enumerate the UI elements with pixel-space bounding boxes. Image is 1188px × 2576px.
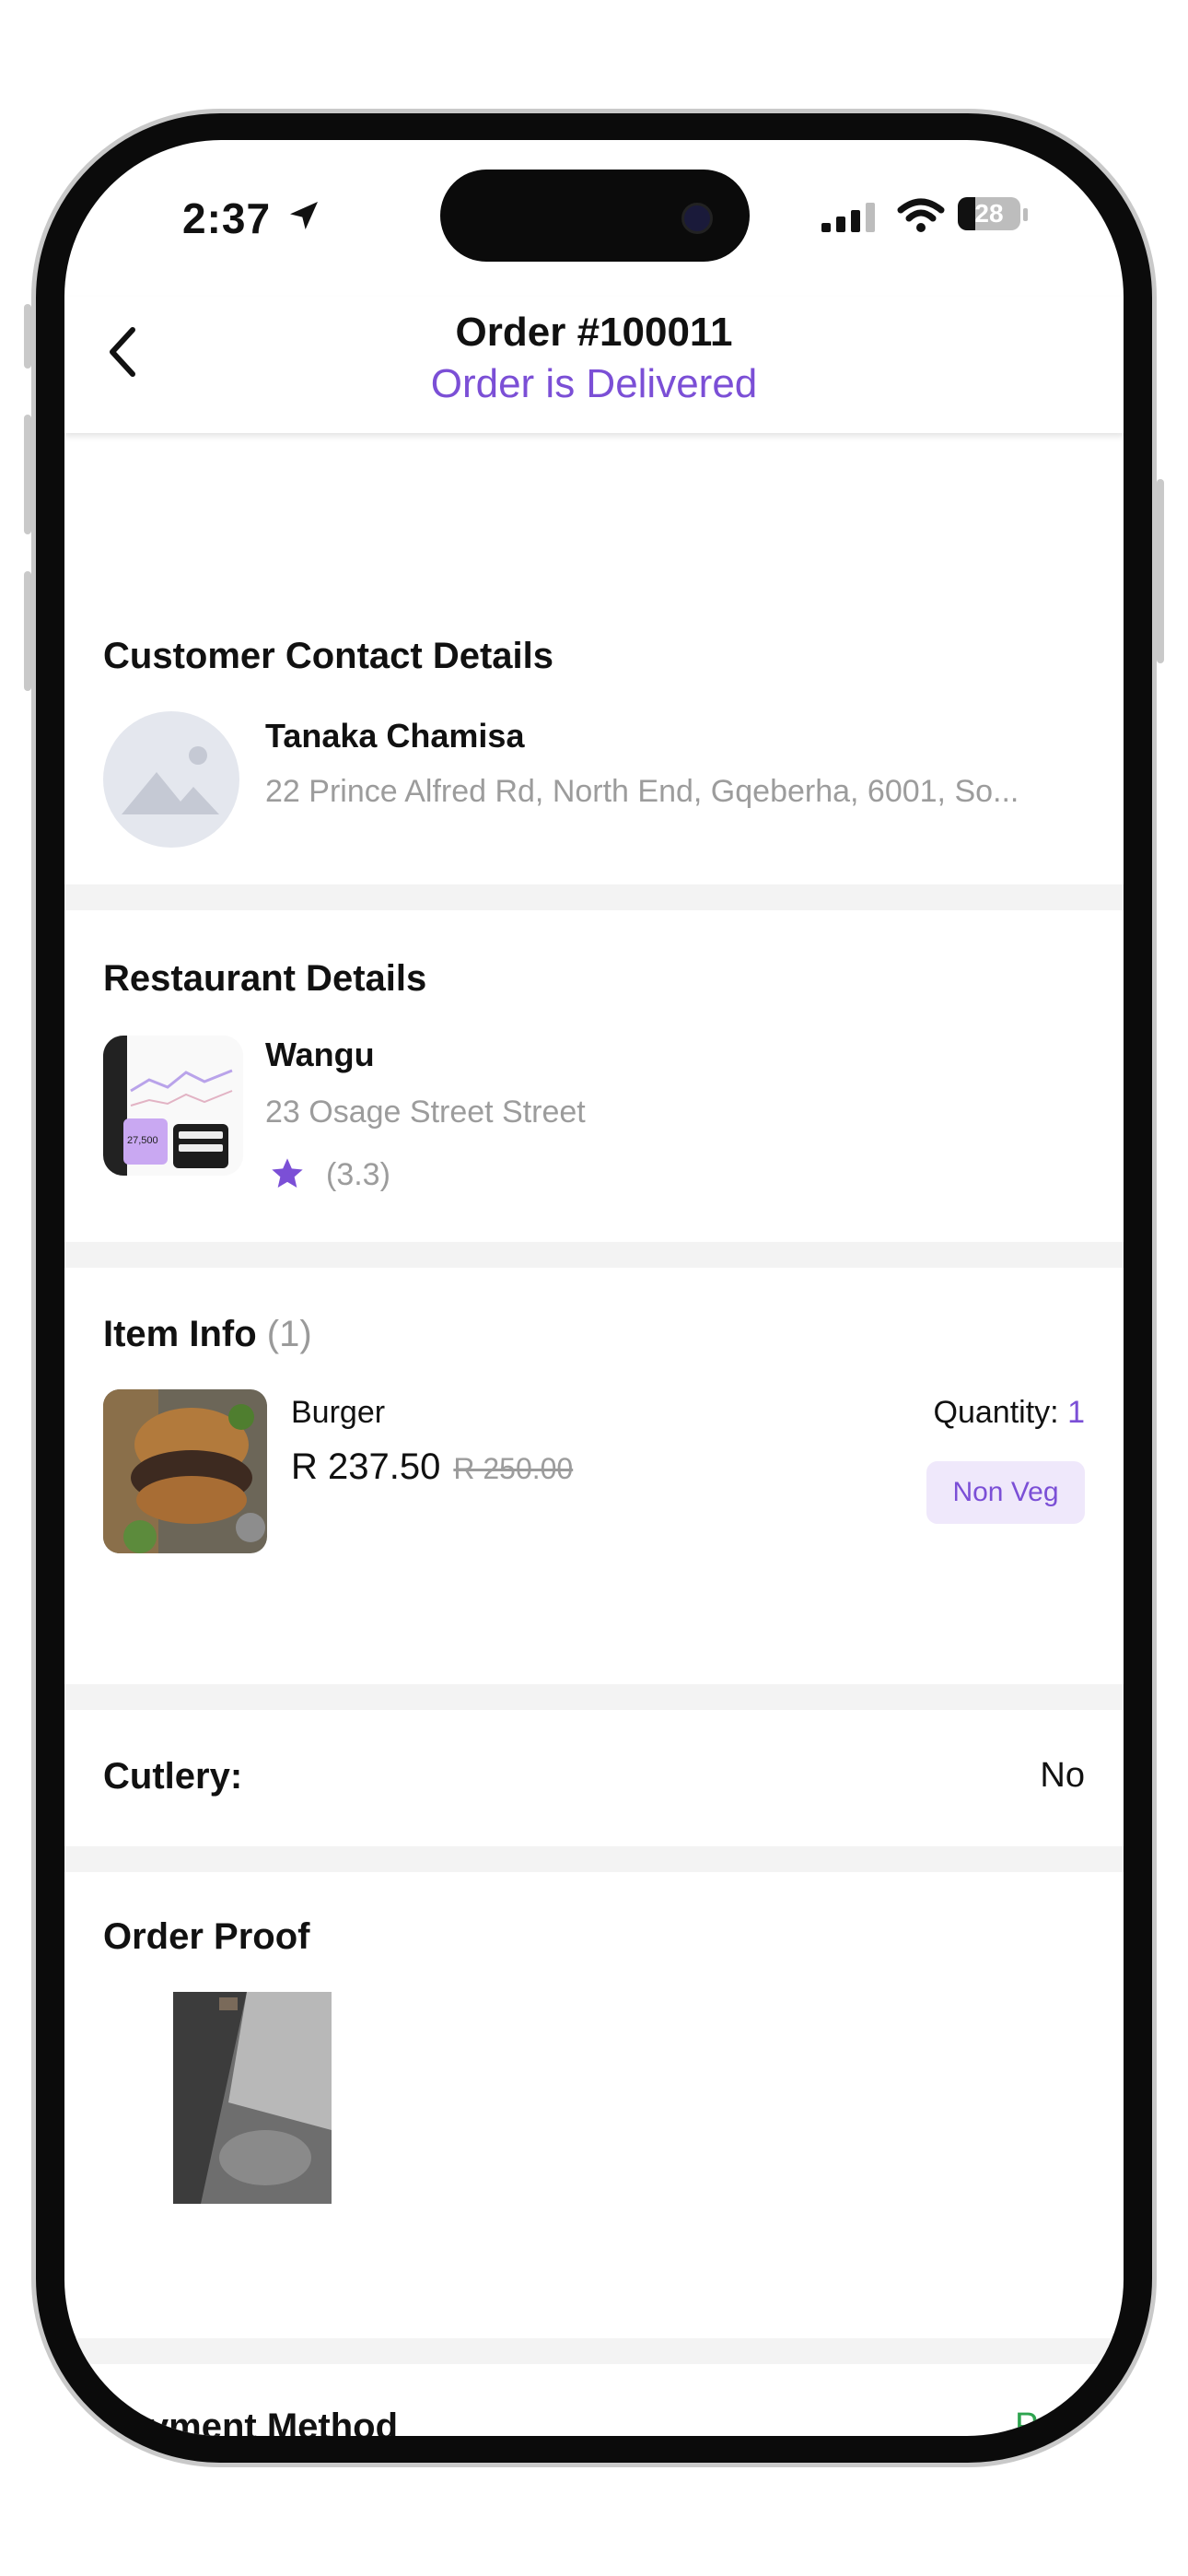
location-arrow-icon	[290, 202, 318, 229]
burger-photo	[103, 1389, 267, 1553]
item-info-title: Item Info (1)	[103, 1314, 312, 1355]
customer-address: 22 Prince Alfred Rd, North End, Gqeberha…	[265, 774, 1019, 809]
battery-icon: 28	[958, 197, 1020, 230]
status-bar: 2:37 28	[64, 140, 1124, 297]
payment-method-label: Payment Method	[103, 2406, 399, 2436]
item-name: Burger	[291, 1395, 386, 1430]
restaurant-thumbnail-graphic	[103, 1036, 243, 1176]
order-proof-image[interactable]	[173, 1992, 332, 2204]
status-time: 2:37	[182, 194, 272, 242]
customer-avatar	[103, 711, 239, 848]
screen: 2:37 28 Order #100011 Order is Delivered	[64, 140, 1124, 2436]
signal-icon	[821, 203, 875, 232]
side-button-left-1	[24, 304, 31, 369]
battery-cap	[1023, 208, 1028, 221]
dynamic-island	[440, 170, 750, 262]
item-old-price: R 250.00	[453, 1452, 574, 1485]
section-divider	[64, 1846, 1124, 1872]
customer-name: Tanaka Chamisa	[265, 717, 525, 755]
page-title: Order #100011	[455, 310, 733, 355]
section-divider	[64, 884, 1124, 910]
section-divider	[64, 1242, 1124, 1268]
customer-section-title: Customer Contact Details	[103, 636, 553, 676]
item-image[interactable]	[103, 1389, 267, 1553]
section-divider	[64, 2338, 1124, 2364]
battery-percent: 28	[974, 199, 1004, 228]
restaurant-address: 23 Osage Street Street	[265, 1095, 586, 1130]
restaurant-thumbnail: 27,500	[103, 1036, 243, 1176]
side-button-left-2	[24, 415, 31, 534]
restaurant-name: Wangu	[265, 1036, 375, 1073]
item-info-count: (1)	[266, 1314, 312, 1354]
item-tag-badge: Non Veg	[926, 1461, 1085, 1524]
payment-status: Paid	[1014, 2406, 1085, 2436]
item-price-row: R 237.50 R 250.00	[291, 1446, 573, 1488]
item-info-label: Item Info	[103, 1314, 257, 1354]
section-divider	[64, 1684, 1124, 1710]
side-button-left-3	[24, 571, 31, 691]
order-proof-label: Order Proof	[103, 1916, 310, 1957]
side-button-right	[1157, 479, 1164, 663]
quantity-label: Quantity:	[933, 1395, 1059, 1430]
image-placeholder-icon	[122, 746, 219, 814]
camera-lens	[681, 203, 713, 234]
quantity-value: 1	[1067, 1395, 1085, 1430]
restaurant-thumbnail-value: 27,500	[127, 1135, 158, 1146]
item-quantity: Quantity: 1	[934, 1395, 1085, 1431]
cutlery-label: Cutlery:	[103, 1756, 243, 1797]
restaurant-section-title: Restaurant Details	[103, 958, 427, 999]
order-status: Order is Delivered	[430, 361, 758, 406]
wifi-icon	[897, 198, 945, 232]
restaurant-rating: (3.3)	[326, 1157, 390, 1192]
star-icon	[272, 1158, 303, 1188]
cutlery-value: No	[1040, 1756, 1085, 1795]
order-proof-photo	[173, 1992, 332, 2204]
item-price: R 237.50	[291, 1446, 441, 1487]
